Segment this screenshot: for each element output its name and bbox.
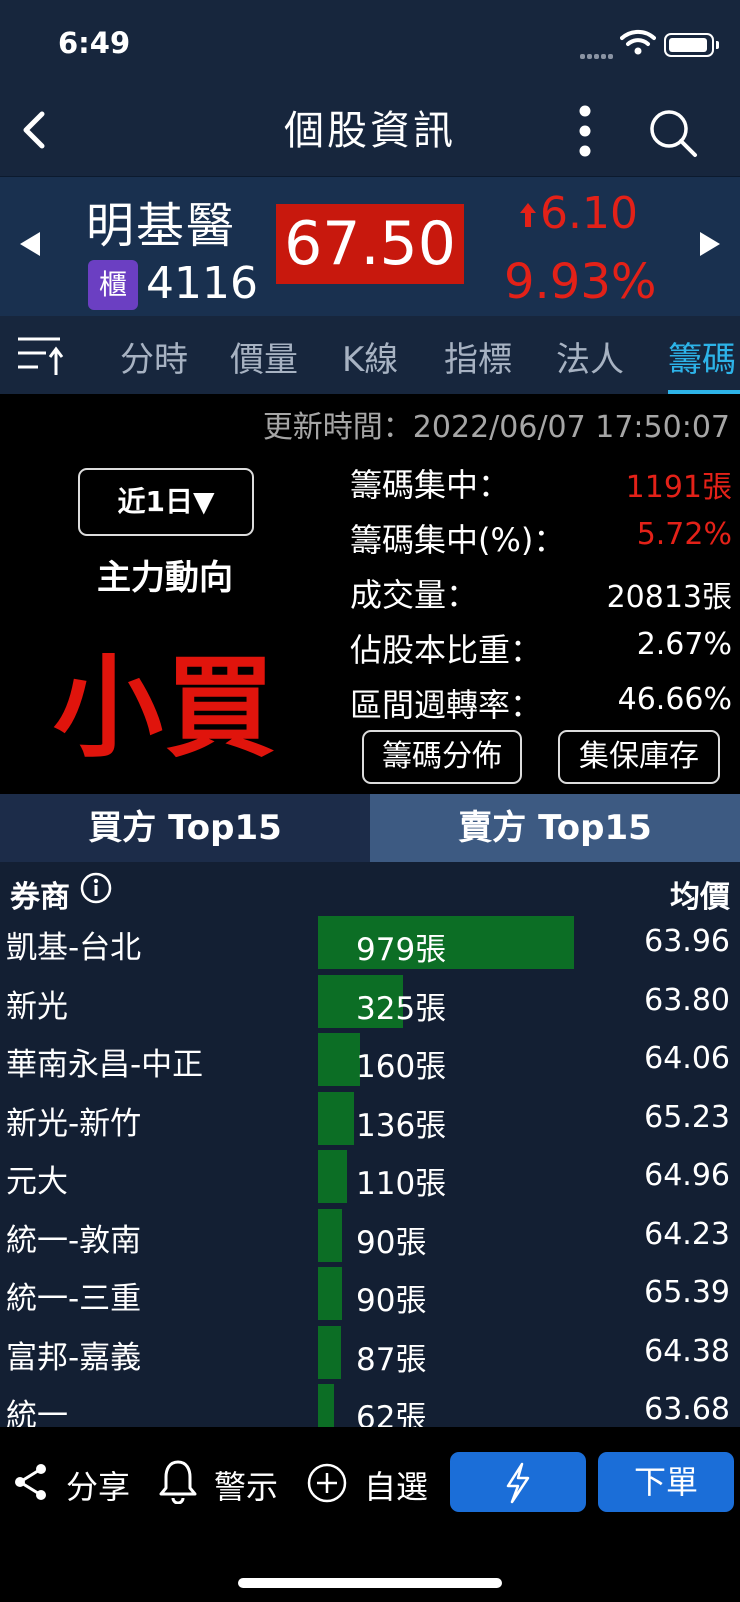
plus-icon[interactable]: [306, 1462, 348, 1504]
table-row[interactable]: 新光 325張 63.80: [0, 973, 740, 1032]
quantity-value: 90張: [356, 1283, 427, 1319]
quantity-bar: [318, 1267, 342, 1320]
bell-icon[interactable]: [158, 1458, 198, 1504]
sell-top15-tab[interactable]: 賣方 Top15: [370, 794, 740, 862]
search-icon[interactable]: [648, 108, 698, 158]
price-change-value: 6.10: [540, 188, 638, 239]
stat-value-share-ratio: 2.67%: [636, 627, 732, 662]
avg-price-value: 65.23: [644, 1099, 730, 1135]
stat-label-turnover: 區間週轉率：: [350, 686, 543, 724]
table-row[interactable]: 統一-敦南 90張 64.23: [0, 1207, 740, 1266]
next-stock-icon[interactable]: [696, 230, 724, 258]
broker-name: 華南永昌-中正: [6, 1047, 204, 1083]
quantity-value: 62張: [356, 1400, 427, 1427]
stat-value-concentration-pct: 5.72%: [636, 517, 732, 552]
more-icon[interactable]: [572, 105, 598, 157]
stat-label-volume: 成交量：: [350, 576, 479, 614]
price-change: 6.10: [520, 188, 638, 239]
watchlist-button[interactable]: 自選: [364, 1462, 428, 1508]
stat-value-volume: 20813張: [606, 580, 732, 615]
stat-label-share-ratio: 佔股本比重：: [350, 631, 543, 669]
custody-inventory-button[interactable]: 集保庫存: [558, 730, 720, 784]
quantity-value: 110張: [356, 1166, 447, 1202]
period-dropdown[interactable]: 近1日▼: [78, 468, 254, 536]
table-row[interactable]: 元大 110張 64.96: [0, 1148, 740, 1207]
stock-name: 明基醫: [86, 198, 237, 254]
flash-icon: [506, 1462, 530, 1504]
avg-price-value: 64.06: [644, 1041, 730, 1076]
broker-name: 統一-三重: [6, 1281, 142, 1317]
stat-value-turnover: 46.66%: [617, 682, 732, 717]
quantity-value: 87張: [356, 1341, 427, 1378]
avg-price-value: 63.80: [644, 982, 730, 1018]
table-row[interactable]: 富邦-嘉義 87張 64.38: [0, 1324, 740, 1383]
page-title: 個股資訊: [284, 108, 456, 154]
stat-value-concentration: 1191張: [625, 470, 732, 505]
broker-name: 統一-敦南: [6, 1222, 142, 1259]
home-indicator: [238, 1578, 502, 1588]
quantity-bar: [318, 1150, 347, 1203]
quantity-value: 325張: [356, 990, 447, 1027]
tab-indicators[interactable]: 指標: [444, 332, 512, 381]
tab-timeshare[interactable]: 分時: [120, 332, 188, 381]
quantity-bar: [318, 1384, 334, 1427]
share-icon[interactable]: [12, 1462, 50, 1502]
trend-label: 主力動向: [97, 558, 233, 598]
prev-stock-icon[interactable]: [16, 230, 44, 258]
alert-button[interactable]: 警示: [214, 1462, 278, 1508]
quantity-bar: [318, 1325, 341, 1379]
quantity-bar: [318, 1091, 354, 1145]
update-time: 更新時間：2022/06/07 17:50:07: [262, 410, 730, 445]
tab-price-volume[interactable]: 價量: [230, 332, 298, 381]
stat-label-concentration: 籌碼集中：: [350, 466, 511, 504]
battery-icon: [664, 33, 719, 57]
stock-code: 4116: [146, 258, 258, 309]
table-row[interactable]: 凱基-台北 979張 63.96: [0, 914, 740, 973]
broker-list: 凱基-台北 979張 63.96 新光 325張 63.80 華南永昌-中正 160張 64.0…: [0, 862, 740, 1427]
avg-price-value: 63.96: [644, 924, 730, 959]
table-row[interactable]: 統一 62張 63.68: [0, 1382, 740, 1427]
status-time: 6:49: [58, 26, 131, 60]
trend-value: 小買: [53, 644, 277, 772]
price-change-percent: 9.93%: [504, 254, 657, 310]
broker-name: 新光: [6, 988, 68, 1025]
market-badge: 櫃: [88, 260, 138, 310]
menu-sort-icon[interactable]: [16, 333, 64, 377]
avg-price-value: 65.39: [644, 1275, 730, 1310]
tab-kline[interactable]: K線: [342, 332, 398, 381]
broker-name: 富邦-嘉義: [6, 1339, 142, 1376]
wifi-icon: [620, 29, 656, 55]
broker-name: 統一: [6, 1398, 68, 1427]
buy-top15-tab[interactable]: 買方 Top15: [0, 794, 370, 862]
broker-name: 新光-新竹: [6, 1105, 142, 1142]
chip-distribution-button[interactable]: 籌碼分佈: [362, 730, 522, 784]
avg-price-value: 64.96: [644, 1158, 730, 1193]
quantity-value: 90張: [356, 1224, 427, 1261]
stat-label-concentration-pct: 籌碼集中(%)：: [350, 521, 566, 559]
table-row[interactable]: 新光-新竹 136張 65.23: [0, 1090, 740, 1149]
broker-name: 元大: [6, 1164, 68, 1200]
share-button[interactable]: 分享: [66, 1462, 130, 1508]
avg-price-column-header: 均價: [670, 880, 730, 915]
quantity-value: 979張: [356, 932, 447, 968]
order-button[interactable]: 下單: [598, 1452, 734, 1512]
avg-price-value: 63.68: [644, 1392, 730, 1427]
quantity-value: 136張: [356, 1107, 447, 1144]
avg-price-value: 64.38: [644, 1333, 730, 1369]
avg-price-value: 64.23: [644, 1216, 730, 1252]
signal-icon: [580, 44, 615, 63]
tab-institutional[interactable]: 法人: [556, 332, 624, 381]
stock-price: 67.50: [276, 204, 464, 284]
quantity-value: 160張: [356, 1049, 447, 1085]
tab-chips[interactable]: 籌碼: [668, 332, 740, 381]
quantity-bar: [318, 1208, 342, 1262]
table-row[interactable]: 華南永昌-中正 160張 64.06: [0, 1031, 740, 1090]
table-row[interactable]: 統一-三重 90張 65.39: [0, 1265, 740, 1324]
flash-order-button[interactable]: [450, 1452, 586, 1512]
quantity-bar: [318, 1033, 360, 1086]
broker-name: 凱基-台北: [6, 930, 142, 966]
